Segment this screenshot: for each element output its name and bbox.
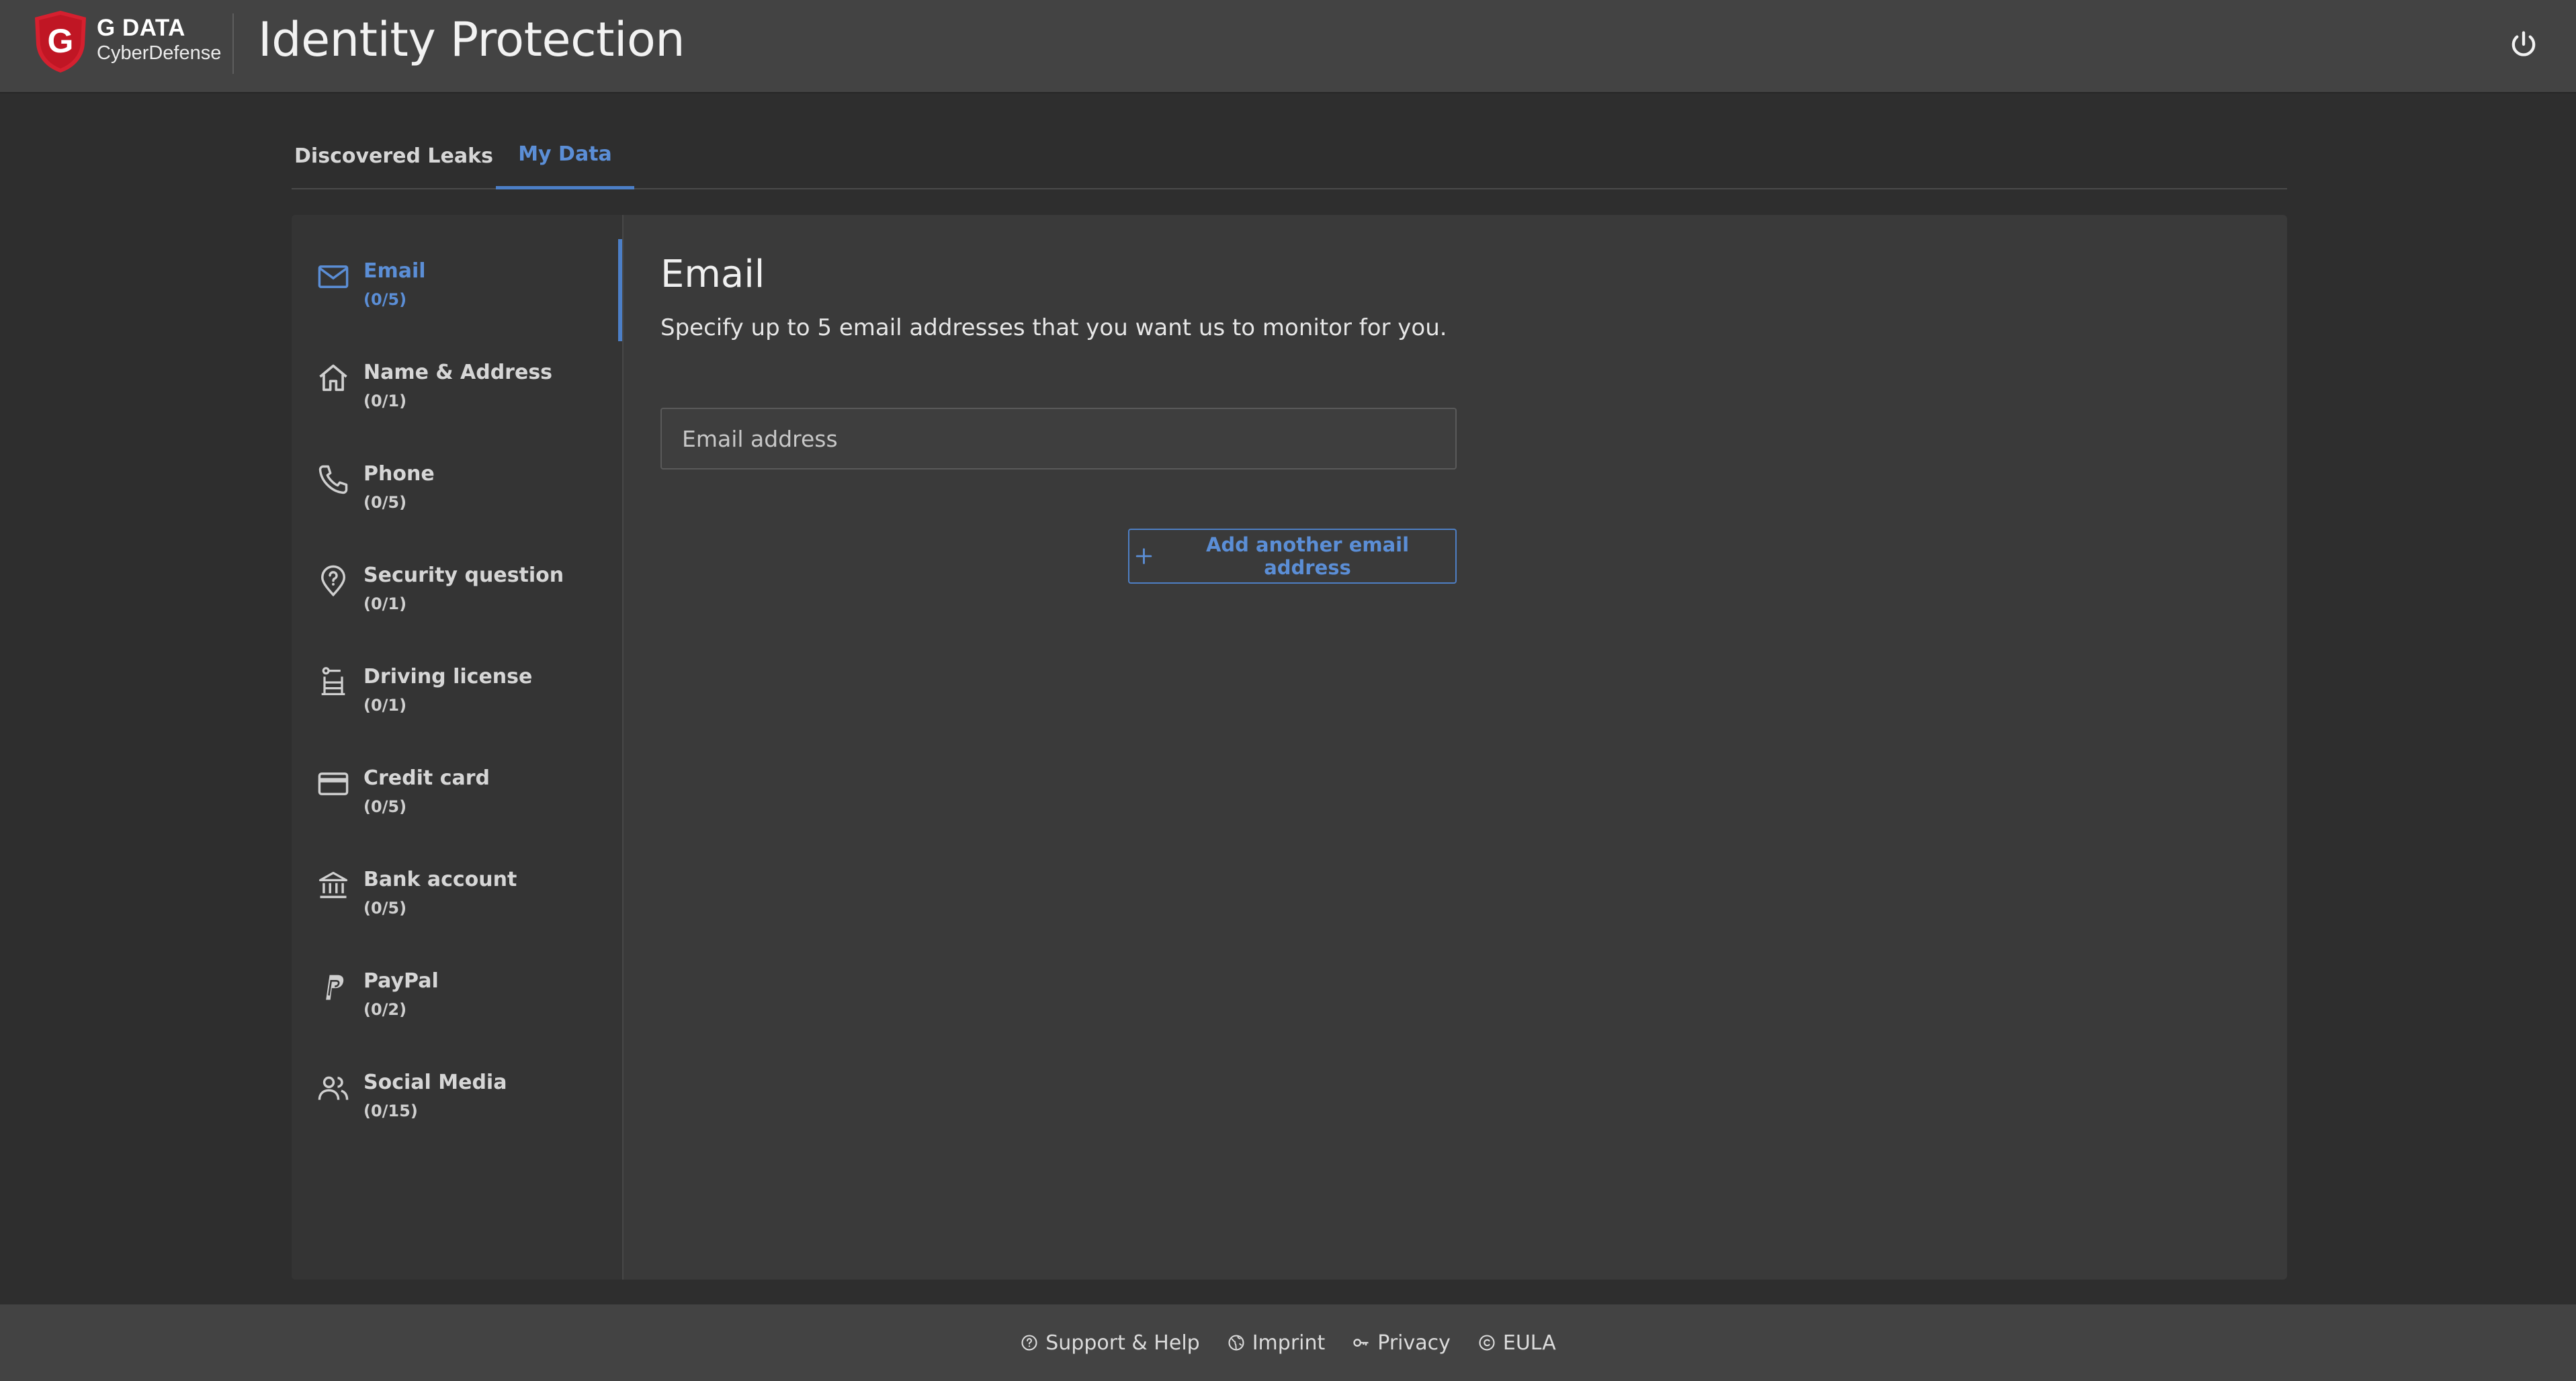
data-category-sidebar: Email (0/5) Name & Address (0/1) Phone (… [292,215,624,1280]
sidebar-item-label: Social Media [363,1071,507,1094]
header-divider [232,13,234,74]
sidebar-item-bank-account[interactable]: Bank account (0/5) [292,848,624,948]
sidebar-item-count: (0/2) [363,1000,407,1019]
copyright-icon [1479,1335,1495,1351]
sidebar-item-credit-card[interactable]: Credit card (0/5) [292,746,624,847]
sidebar-item-count: (0/15) [363,1102,418,1120]
add-email-button[interactable]: Add another email address [1128,529,1457,584]
sidebar-item-phone[interactable]: Phone (0/5) [292,442,624,543]
footer-links: Support & Help Imprint Privacy EULA [0,1304,2576,1381]
sidebar-item-count: (0/5) [363,493,407,512]
my-data-card: Email (0/5) Name & Address (0/1) Phone (… [292,215,2287,1280]
home-icon [319,364,347,392]
phone-icon [318,465,348,494]
sidebar-item-label: PayPal [363,969,439,993]
gdata-shield-logo-icon: G [35,11,86,73]
page-title: Identity Protection [258,12,685,67]
page-footer: Support & Help Imprint Privacy EULA [0,1304,2576,1381]
sidebar-item-paypal[interactable]: PayPal (0/2) [292,949,624,1050]
add-email-button-label: Add another email address [1205,533,1410,579]
sidebar-item-count: (0/1) [363,696,407,715]
logo-letter: G [48,22,74,60]
sidebar-item-label: Driving license [363,665,533,688]
footer-link-label: Privacy [1377,1331,1451,1355]
sidebar-item-name-address[interactable]: Name & Address (0/1) [292,341,624,441]
tab-discovered-leaks[interactable]: Discovered Leaks [292,122,496,189]
sidebar-item-count: (0/5) [363,290,407,309]
brand-name: G DATA [97,15,185,41]
sidebar-item-security-question[interactable]: Security question (0/1) [292,543,624,644]
footer-link-label: Imprint [1252,1331,1326,1355]
sidebar-item-count: (0/1) [363,392,407,410]
sidebar-item-label: Security question [363,564,564,587]
sidebar-item-label: Name & Address [363,361,553,384]
email-input[interactable] [660,408,1457,470]
power-icon [2511,31,2536,56]
tab-bar: Discovered Leaks My Data [292,122,2287,189]
footer-link-support[interactable]: Support & Help [1020,1331,1200,1355]
sidebar-item-label: Phone [363,462,435,486]
footer-link-label: Support & Help [1045,1331,1200,1355]
location-question-icon [321,565,345,597]
credit-card-icon [318,772,349,795]
sidebar-item-count: (0/5) [363,797,407,816]
brand-subname: CyberDefense [97,42,222,64]
car-seat-icon [321,667,345,695]
footer-link-imprint[interactable]: Imprint [1227,1331,1326,1355]
bank-icon [318,871,348,899]
sidebar-item-label: Email [363,259,426,283]
sidebar-item-label: Bank account [363,868,517,891]
key-icon [1353,1339,1369,1347]
help-circle-icon [1021,1335,1037,1351]
app-header: G G DATA CyberDefense Identity Protectio… [0,0,2576,93]
footer-link-label: EULA [1502,1331,1556,1355]
sidebar-item-driving-license[interactable]: Driving license (0/1) [292,645,624,746]
section-description: Specify up to 5 email addresses that you… [660,314,1447,341]
sidebar-item-count: (0/5) [363,899,407,918]
tab-my-data[interactable]: My Data [496,122,634,189]
plus-icon [1135,548,1152,564]
sidebar-item-email[interactable]: Email (0/5) [292,239,624,340]
footer-link-eula[interactable]: EULA [1477,1331,1556,1355]
section-title: Email [660,253,765,296]
power-button[interactable] [2506,27,2541,62]
paypal-icon [326,975,344,1000]
sidebar-item-label: Credit card [363,766,490,790]
people-icon [318,1076,349,1100]
mail-icon [318,265,349,288]
footer-link-privacy[interactable]: Privacy [1352,1331,1451,1355]
sidebar-item-social-media[interactable]: Social Media (0/15) [292,1051,624,1151]
sidebar-item-count: (0/1) [363,594,407,613]
globe-icon [1228,1335,1244,1351]
